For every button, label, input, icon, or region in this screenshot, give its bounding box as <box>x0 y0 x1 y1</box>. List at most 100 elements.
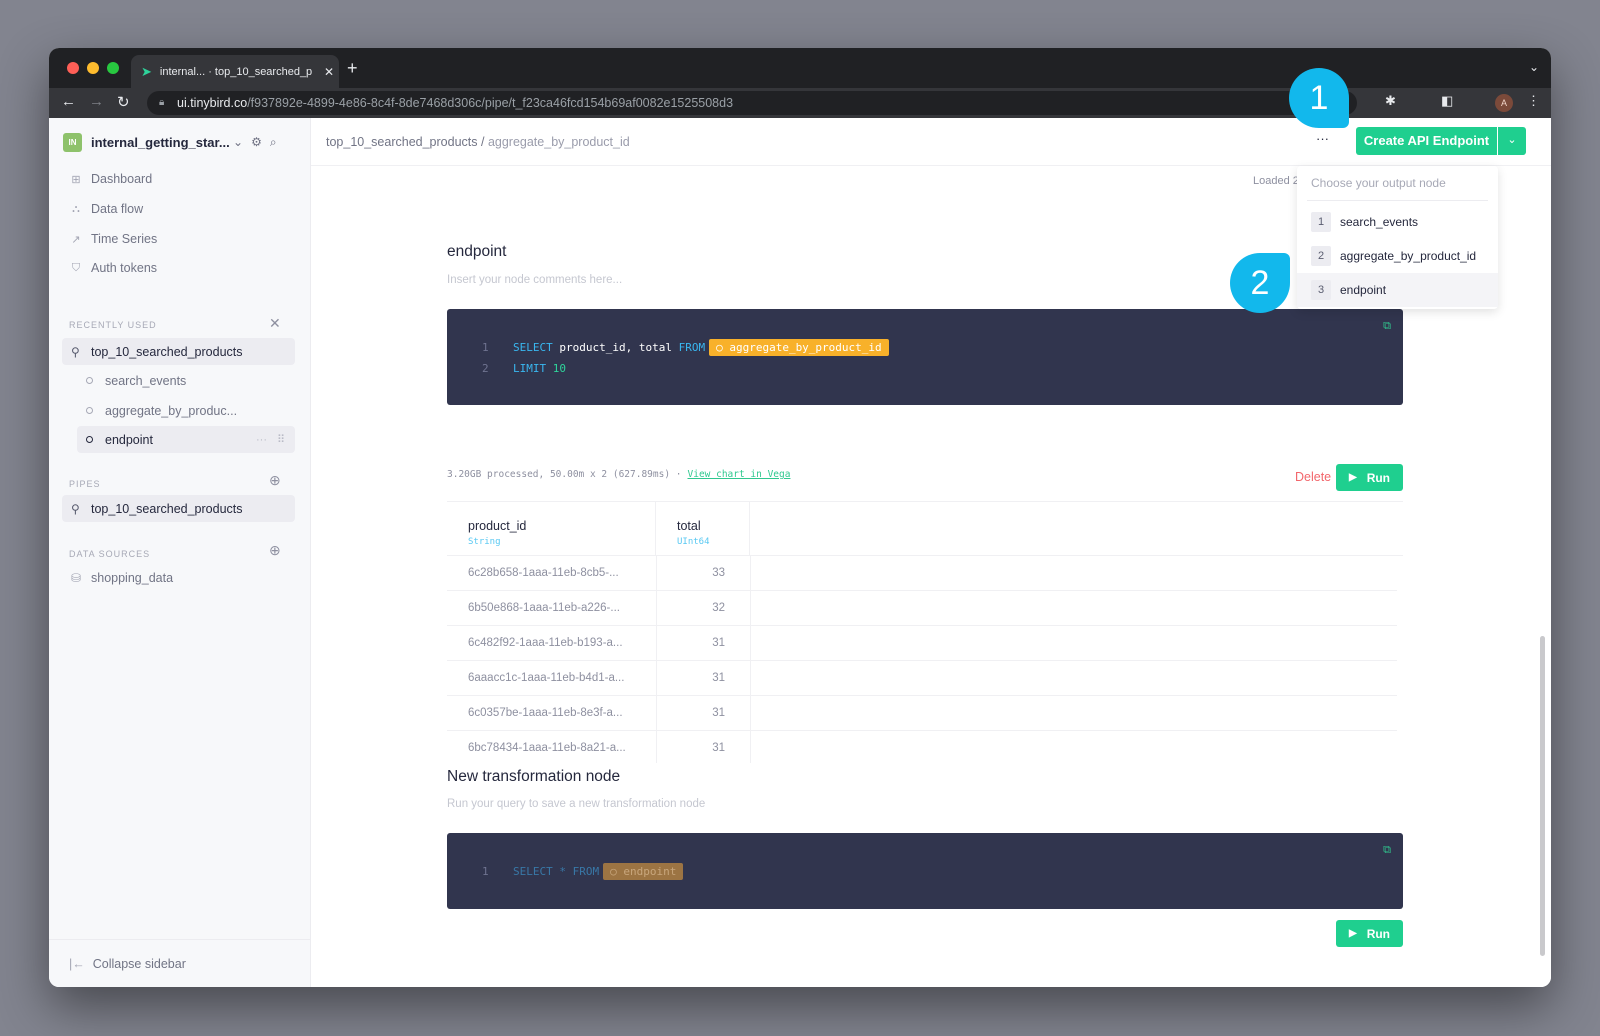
pipe-editor: top_10_searched_products / aggregate_by_… <box>311 118 1551 987</box>
new-node-run-button[interactable]: ▶ Run <box>1336 920 1403 947</box>
pipe-label: top_10_searched_products <box>91 501 243 516</box>
node-icon <box>86 377 93 384</box>
column-type: UInt64 <box>677 537 710 547</box>
extensions-puzzle-icon[interactable]: ✱ <box>1385 93 1396 109</box>
output-option-aggregate[interactable]: 2 aggregate_by_product_id <box>1297 239 1498 273</box>
copy-icon[interactable]: ⧉ <box>1383 319 1391 333</box>
column-header-total[interactable]: total UInt64 <box>656 502 750 555</box>
node-reference-chip[interactable]: ○ endpoint <box>603 863 684 880</box>
collapse-label: Collapse sidebar <box>92 956 186 971</box>
view-chart-link[interactable]: View chart in Vega <box>688 469 791 480</box>
sidebar-item-auth-tokens[interactable]: ⛉ Auth tokens <box>69 261 157 275</box>
workspace-name: internal_getting_star... <box>91 134 230 150</box>
node-item-search-events[interactable]: search_events <box>77 367 295 394</box>
workspace-selector[interactable]: IN internal_getting_star... ⌄ ⚙ ⌕ <box>63 132 277 152</box>
profile-avatar[interactable]: A <box>1495 94 1513 112</box>
table-row: 6c28b658-1aaa-11eb-8cb5-... 33 <box>447 556 1397 591</box>
recently-used-heading: RECENTLY USED <box>69 320 157 330</box>
loaded-status: Loaded 2 <box>1253 175 1299 187</box>
node-item-aggregate[interactable]: aggregate_by_produc... <box>77 397 295 424</box>
cell-product-id: 6aaacc1c-1aaa-11eb-b4d1-a... <box>468 672 625 684</box>
sidebar-item-data-flow[interactable]: ⛬ Data flow <box>69 202 143 216</box>
copy-icon[interactable]: ⧉ <box>1383 843 1391 857</box>
output-node-dropdown: Choose your output node 1 search_events 2… <box>1297 166 1498 309</box>
pipe-item[interactable]: ⚲ top_10_searched_products <box>62 495 295 522</box>
new-tab-button[interactable]: + <box>347 58 358 79</box>
node-item-endpoint[interactable]: endpoint ··· ⠿ <box>77 426 295 453</box>
code-text: product_id, total <box>552 341 679 354</box>
dropdown-hint: Choose your output node <box>1311 176 1446 190</box>
code-line: SELECT product_id, total FROM ○ aggregate… <box>513 339 889 356</box>
line-number: 1 <box>482 341 489 354</box>
cell-total: 32 <box>712 602 725 614</box>
create-api-endpoint-button[interactable]: Create API Endpoint <box>1356 127 1497 155</box>
nav-label: Data flow <box>91 202 144 216</box>
node-icon <box>86 407 93 414</box>
drag-handle-icon[interactable]: ⠿ <box>277 433 285 446</box>
gear-icon[interactable]: ⚙ <box>251 135 262 149</box>
code-line: LIMIT 10 <box>513 362 566 375</box>
node-more-icon[interactable]: ··· <box>256 434 267 446</box>
divider <box>1307 200 1488 201</box>
browser-tab[interactable]: ➤ internal... · top_10_searched_p ✕ <box>131 55 339 88</box>
cell-total: 31 <box>712 742 725 754</box>
browser-menu-icon[interactable]: ⋮ <box>1527 93 1540 109</box>
keyword: FROM <box>572 865 600 878</box>
recent-pipe-item[interactable]: ⚲ top_10_searched_products <box>62 338 295 365</box>
run-button[interactable]: ▶ Run <box>1336 464 1403 491</box>
nav-label: Dashboard <box>91 172 153 186</box>
collapse-sidebar-button[interactable]: |← Collapse sidebar <box>49 939 310 987</box>
create-endpoint-dropdown-button[interactable]: ⌄ <box>1498 127 1526 155</box>
chevron-down-icon[interactable]: ⌄ <box>233 135 243 149</box>
option-number: 2 <box>1311 246 1331 266</box>
side-panel-icon[interactable]: ◧ <box>1441 93 1453 109</box>
minimize-window-button[interactable] <box>87 62 99 74</box>
delete-node-button[interactable]: Delete <box>1295 470 1331 484</box>
maximize-window-button[interactable] <box>107 62 119 74</box>
sql-editor[interactable]: ⧉ 1 SELECT product_id, total FROM ○ aggre… <box>447 309 1403 405</box>
node-title[interactable]: endpoint <box>447 243 506 261</box>
breadcrumb-pipe[interactable]: top_10_searched_products <box>326 135 478 149</box>
tab-search-chevron-icon[interactable]: ⌄ <box>1529 60 1539 74</box>
shield-icon: ⛉ <box>71 261 81 274</box>
new-node-sql-editor[interactable]: ⧉ 1 SELECT * FROM ○ endpoint <box>447 833 1403 909</box>
code-text: * <box>552 865 573 878</box>
node-reference-chip[interactable]: ○ aggregate_by_product_id <box>709 339 889 356</box>
search-icon[interactable]: ⌕ <box>270 135 277 150</box>
play-icon: ▶ <box>1348 472 1357 483</box>
scrollbar[interactable] <box>1540 636 1545 956</box>
cell-total: 33 <box>712 567 725 579</box>
sidebar-item-time-series[interactable]: ↗ Time Series <box>69 232 157 246</box>
close-window-button[interactable] <box>67 62 79 74</box>
url-path: /f937892e-4899-4e86-8c4f-8de7468d306c/pi… <box>247 96 734 110</box>
cell-total: 31 <box>712 637 725 649</box>
column-type: String <box>468 537 501 547</box>
option-number: 3 <box>1311 280 1331 300</box>
reload-icon[interactable]: ↻ <box>117 93 130 111</box>
sidebar: IN internal_getting_star... ⌄ ⚙ ⌕ ⊞ Dashb… <box>49 118 311 987</box>
data-source-item[interactable]: ⛁ shopping_data <box>62 564 295 591</box>
browser-window: ➤ internal... · top_10_searched_p ✕ + ⌄ … <box>49 48 1551 987</box>
close-tab-icon[interactable]: ✕ <box>319 65 339 79</box>
number-literal: 10 <box>552 362 566 375</box>
column-header-product-id[interactable]: product_id String <box>447 502 656 555</box>
breadcrumb: top_10_searched_products / aggregate_by_… <box>326 135 630 149</box>
url-input[interactable]: 🔒︎ ui.tinybird.co/f937892e-4899-4e86-8c4… <box>147 91 1357 115</box>
output-option-search-events[interactable]: 1 search_events <box>1297 205 1498 239</box>
cell-product-id: 6c28b658-1aaa-11eb-8cb5-... <box>468 567 619 579</box>
node-description-input[interactable]: Insert your node comments here... <box>447 274 622 286</box>
clear-recent-icon[interactable]: ✕ <box>269 315 281 332</box>
column-name: product_id <box>468 519 527 533</box>
forward-icon[interactable]: → <box>89 93 104 110</box>
option-label: endpoint <box>1340 283 1387 297</box>
more-options-button[interactable]: ··· <box>1316 131 1329 146</box>
cell-product-id: 6b50e868-1aaa-11eb-a226-... <box>468 602 620 614</box>
output-option-endpoint[interactable]: 3 endpoint <box>1297 273 1498 307</box>
back-icon[interactable]: ← <box>61 93 76 110</box>
add-data-source-icon[interactable]: ⊕ <box>269 542 281 559</box>
grid-icon: ⊞ <box>71 173 81 186</box>
cell-total: 31 <box>712 672 725 684</box>
sidebar-item-dashboard[interactable]: ⊞ Dashboard <box>69 172 152 186</box>
add-pipe-icon[interactable]: ⊕ <box>269 472 281 489</box>
table-body: 6c28b658-1aaa-11eb-8cb5-... 33 6b50e868-1… <box>447 556 1403 763</box>
